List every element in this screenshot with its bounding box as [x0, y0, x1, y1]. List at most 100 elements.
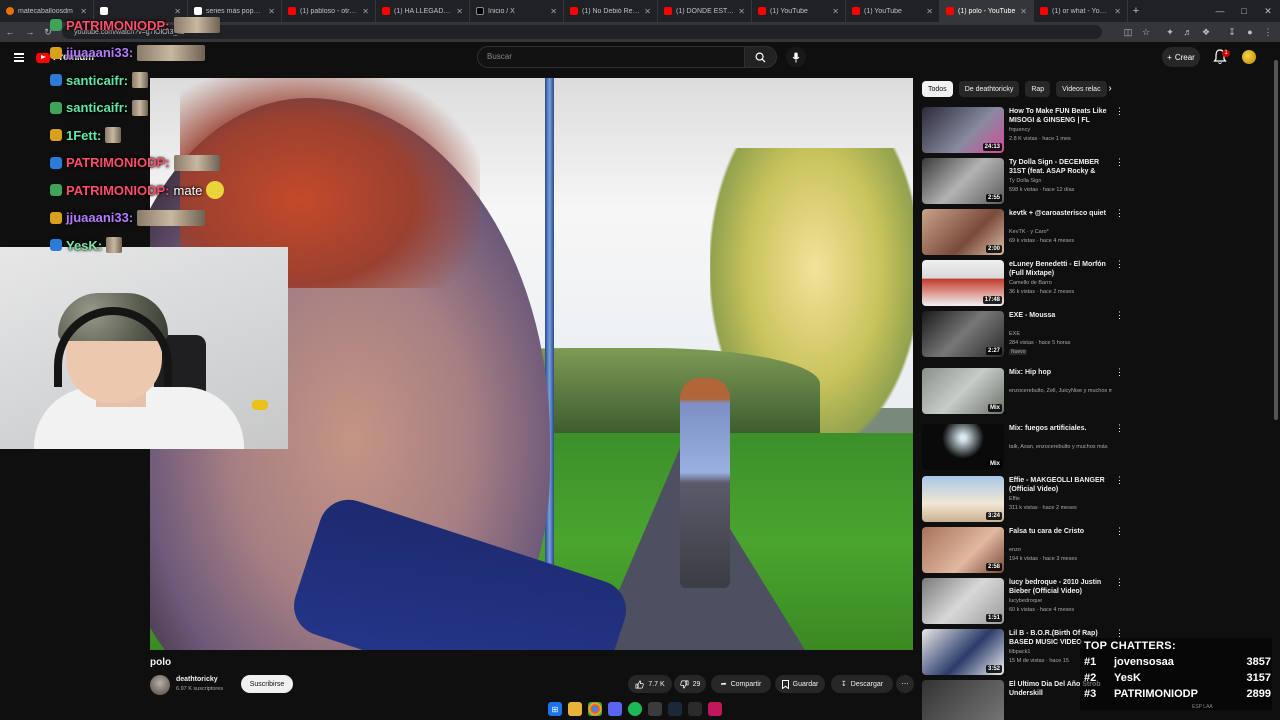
tab-close-icon[interactable]: ✕ [362, 7, 369, 16]
more-options-icon[interactable]: ⋮ [1115, 158, 1124, 167]
video-title[interactable]: EXE - Moussa [1009, 311, 1112, 320]
create-button[interactable]: + Crear [1162, 47, 1200, 67]
more-options-icon[interactable]: ⋮ [1115, 311, 1124, 320]
close-window-button[interactable]: ✕ [1256, 0, 1280, 22]
profile-icon[interactable]: ● [1244, 26, 1256, 38]
more-options-icon[interactable]: ⋮ [1115, 629, 1124, 638]
video-title[interactable]: kevtk + @caroasterisco quiet [1009, 209, 1112, 218]
browser-tab[interactable]: (1) or what - YouTube ✕ [1034, 0, 1128, 22]
maximize-button[interactable]: □ [1232, 0, 1256, 22]
back-icon[interactable]: ← [4, 26, 16, 38]
more-options-icon[interactable]: ⋮ [1115, 578, 1124, 587]
chrome-icon[interactable] [588, 702, 602, 716]
cast-icon[interactable]: ◫ [1122, 26, 1134, 38]
video-title[interactable]: Mix: Hip hop [1009, 368, 1112, 377]
account-avatar[interactable] [1242, 50, 1256, 64]
more-options-icon[interactable]: ⋮ [1115, 209, 1124, 218]
tab-close-icon[interactable]: ✕ [1020, 7, 1027, 16]
minimize-button[interactable]: — [1208, 0, 1232, 22]
obs-icon[interactable] [708, 702, 722, 716]
recommended-video[interactable]: 3:24 Effie - MAKGEOLLI BANGER (Official V… [922, 476, 1124, 526]
file-explorer-icon[interactable] [568, 702, 582, 716]
more-options-icon[interactable]: ⋮ [1115, 260, 1124, 269]
more-options-icon[interactable]: ⋮ [1115, 107, 1124, 116]
video-thumbnail[interactable]: 3:24 [922, 476, 1004, 522]
browser-tab[interactable]: (1) HA LLEGADO LA HO ✕ [376, 0, 470, 22]
video-thumbnail[interactable]: 17:48 [922, 260, 1004, 306]
new-tab-button[interactable]: + [1128, 5, 1144, 17]
video-thumbnail[interactable]: Mix [922, 368, 1004, 414]
browser-tab[interactable]: (1) DONDE ESTA MORE ✕ [658, 0, 752, 22]
spotify-icon[interactable] [628, 702, 642, 716]
tab-close-icon[interactable]: ✕ [738, 7, 745, 16]
chevron-right-icon[interactable]: › [1104, 83, 1116, 95]
discord-icon[interactable] [608, 702, 622, 716]
video-thumbnail[interactable]: 2:58 [922, 527, 1004, 573]
filter-chip[interactable]: Videos relac [1056, 81, 1107, 97]
recommended-video[interactable]: Mix Mix: fuegos artificiales. talk, Asan, … [922, 424, 1124, 474]
more-options-icon[interactable]: ⋮ [1115, 424, 1124, 433]
subscribe-button[interactable]: Suscribirse [241, 675, 293, 693]
tab-close-icon[interactable]: ✕ [926, 7, 933, 16]
tab-close-icon[interactable]: ✕ [1114, 7, 1121, 16]
more-options-icon[interactable]: ⋮ [1115, 527, 1124, 536]
browser-tab[interactable]: (1) pabloso - otramas✕ [282, 0, 376, 22]
download-button[interactable]: ↧ Descargar [831, 675, 893, 693]
filter-chip[interactable]: Rap [1025, 81, 1051, 97]
video-title[interactable]: Ty Dolla Sign - DECEMBER 31ST (feat. ASA… [1009, 158, 1112, 176]
video-thumbnail[interactable]: 3:52 [922, 629, 1004, 675]
more-options-icon[interactable]: ⋮ [1115, 476, 1124, 485]
video-thumbnail[interactable] [922, 680, 1004, 720]
video-thumbnail[interactable]: 24:13 [922, 107, 1004, 153]
recommended-video[interactable]: 17:48 eLuney Benedetti - El Morfón (Full … [922, 260, 1124, 310]
video-thumbnail[interactable]: 1:51 [922, 578, 1004, 624]
puzzle-icon[interactable]: ❖ [1200, 26, 1212, 38]
extension-icon-2[interactable]: ♬ [1182, 26, 1194, 38]
video-thumbnail[interactable]: 2:55 [922, 158, 1004, 204]
video-title[interactable]: Mix: fuegos artificiales. [1009, 424, 1112, 433]
downloads-icon[interactable]: ↧ [1226, 26, 1238, 38]
recommended-video[interactable]: 2:00 kevtk + @caroasterisco quiet KevTK · … [922, 209, 1124, 259]
save-button[interactable]: Guardar [775, 675, 825, 693]
search-input[interactable]: Buscar [477, 46, 745, 68]
more-options-icon[interactable]: ⋮ [1115, 368, 1124, 377]
scrollbar-thumb[interactable] [1274, 60, 1278, 420]
tab-close-icon[interactable]: ✕ [550, 7, 557, 16]
recommended-video[interactable]: Mix Mix: Hip hop enzocerebulto, Zell, Juic… [922, 368, 1124, 418]
video-title[interactable]: eLuney Benedetti - El Morfón (Full Mixta… [1009, 260, 1112, 278]
search-button[interactable] [745, 46, 777, 68]
voice-search-button[interactable] [786, 47, 806, 67]
recommended-video[interactable]: 24:13 How To Make FUN Beats Like MISOGI &… [922, 107, 1124, 157]
browser-tab[interactable]: (1) YouTube ✕ [846, 0, 940, 22]
channel-name[interactable]: deathtoricky [176, 676, 218, 683]
extension-icon[interactable]: ✦ [1164, 26, 1176, 38]
tab-close-icon[interactable]: ✕ [268, 7, 275, 16]
video-title[interactable]: Effie - MAKGEOLLI BANGER (Official Video… [1009, 476, 1112, 494]
windows-start-icon[interactable]: ⊞ [548, 702, 562, 716]
browser-tab[interactable]: (1) No Debió Responder ✕ [564, 0, 658, 22]
channel-avatar[interactable] [150, 675, 170, 695]
forward-icon[interactable]: → [24, 26, 36, 38]
recommended-video[interactable]: 2:55 Ty Dolla Sign - DECEMBER 31ST (feat.… [922, 158, 1124, 208]
filter-chip[interactable]: De deathtoricky [958, 81, 1020, 97]
recommended-video[interactable]: 2:27 EXE - Moussa EXE 284 vistas · hace 5 h… [922, 311, 1124, 361]
app-icon-8[interactable] [688, 702, 702, 716]
tab-close-icon[interactable]: ✕ [832, 7, 839, 16]
browser-tab[interactable]: (1) polo - YouTube ✕ [940, 0, 1034, 22]
recommended-video[interactable]: 2:58 Falsa tu cara de Cristo enzo 194 k vis… [922, 527, 1124, 577]
hamburger-menu-icon[interactable] [12, 51, 26, 65]
like-button[interactable]: 7.7 K [628, 675, 672, 693]
video-thumbnail[interactable]: Mix [922, 424, 1004, 470]
filter-chip[interactable]: Todos [922, 81, 953, 97]
app-icon-6[interactable] [648, 702, 662, 716]
bookmark-star-icon[interactable]: ☆ [1140, 26, 1152, 38]
video-title[interactable]: Falsa tu cara de Cristo [1009, 527, 1112, 536]
more-actions-button[interactable]: ⋯ [896, 675, 914, 693]
browser-menu-icon[interactable]: ⋮ [1262, 26, 1274, 38]
dislike-button[interactable]: 29 [674, 675, 706, 693]
video-title[interactable]: How To Make FUN Beats Like MISOGI & GINS… [1009, 107, 1112, 125]
video-thumbnail[interactable]: 2:27 [922, 311, 1004, 357]
video-thumbnail[interactable]: 2:00 [922, 209, 1004, 255]
share-button[interactable]: ➦ Compartir [711, 675, 771, 693]
tab-close-icon[interactable]: ✕ [644, 7, 651, 16]
